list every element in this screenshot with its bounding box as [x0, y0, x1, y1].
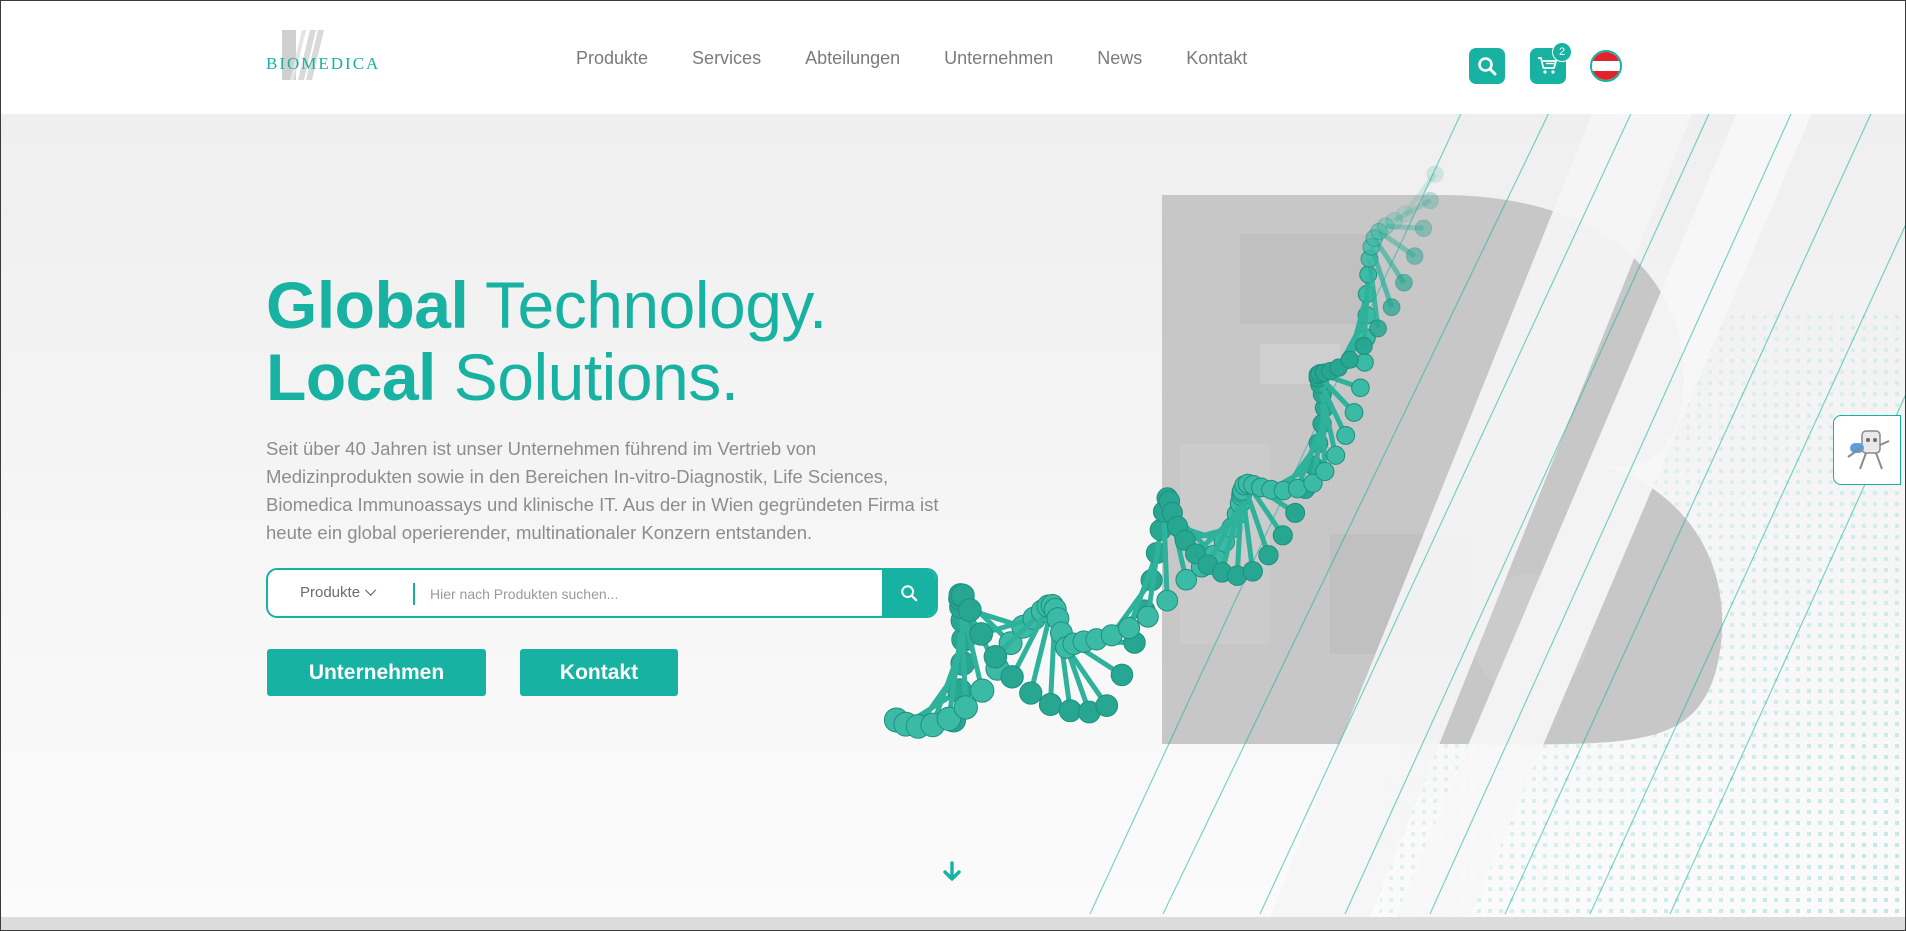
main-navigation: Produkte Services Abteilungen Unternehme…	[576, 48, 1291, 69]
arrow-down-icon[interactable]	[940, 860, 964, 884]
biomedica-logo[interactable]: BIOMEDICA	[266, 30, 396, 82]
nav-item-abteilungen[interactable]: Abteilungen	[805, 48, 900, 69]
unternehmen-button[interactable]: Unternehmen	[267, 649, 486, 696]
search-divider	[413, 583, 415, 605]
hero-title-line-2: Local Solutions.	[266, 340, 739, 414]
nav-item-services[interactable]: Services	[692, 48, 761, 69]
search-icon	[1478, 57, 1497, 76]
header-cart-button[interactable]: 2	[1530, 42, 1572, 84]
hero-title-line-1: Global Technology.	[266, 268, 827, 342]
chevron-down-icon	[364, 584, 377, 596]
kontakt-button[interactable]: Kontakt	[520, 649, 678, 696]
header-search-button[interactable]	[1469, 48, 1505, 84]
search-icon	[901, 585, 918, 602]
nav-item-news[interactable]: News	[1097, 48, 1142, 69]
hero-section: Global Technology. Local Solutions. Seit…	[0, 114, 1906, 917]
cart-count-badge: 2	[1552, 42, 1572, 62]
nav-item-kontakt[interactable]: Kontakt	[1186, 48, 1247, 69]
site-header: BIOMEDICA Produkte Services Abteilungen …	[0, 0, 1906, 114]
accessibility-mascot-icon	[1847, 430, 1890, 470]
language-switcher-austria-flag[interactable]	[1590, 50, 1622, 82]
page-bottom-strip	[0, 917, 1906, 931]
search-category-select[interactable]: Produkte	[300, 570, 377, 616]
product-search-input[interactable]	[428, 570, 892, 616]
nav-item-unternehmen[interactable]: Unternehmen	[944, 48, 1053, 69]
search-category-label: Produkte	[300, 584, 361, 601]
hero-title: Global Technology. Local Solutions.	[266, 269, 827, 413]
search-submit-button[interactable]	[882, 570, 936, 616]
accessibility-widget-button[interactable]	[1833, 415, 1901, 485]
logo-wordmark: BIOMEDICA	[266, 54, 381, 73]
hero-description: Seit über 40 Jahren ist unser Unternehme…	[266, 438, 939, 543]
product-search-bar: Produkte	[266, 568, 938, 618]
nav-item-produkte[interactable]: Produkte	[576, 48, 648, 69]
